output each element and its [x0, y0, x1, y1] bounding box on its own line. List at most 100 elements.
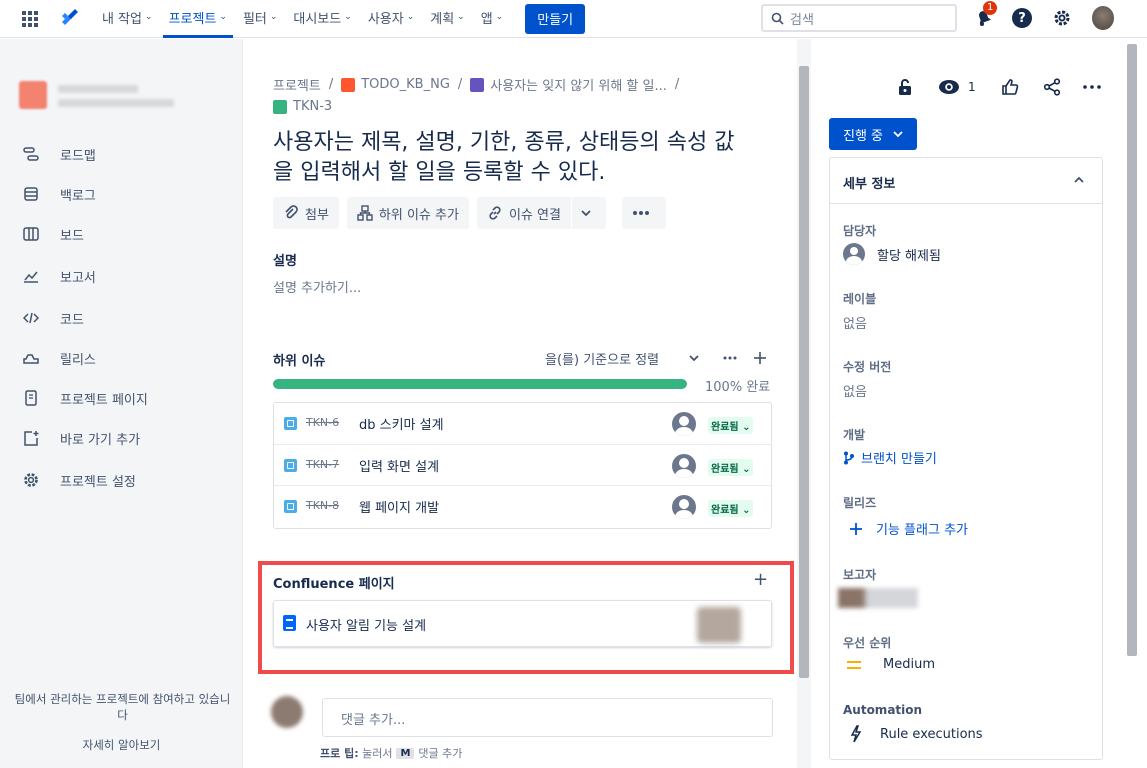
assignee-field[interactable]: 할당 해제됨	[843, 243, 941, 265]
add-feature-flag-link[interactable]: 기능 플래그 추가	[843, 519, 968, 538]
roadmap-icon	[22, 145, 40, 163]
confluence-page-icon	[283, 615, 296, 631]
more-actions-button[interactable]	[1083, 77, 1101, 97]
fix-version-field[interactable]: 없음	[843, 381, 867, 400]
restrictions-button[interactable]	[897, 77, 913, 97]
nav-filters[interactable]: 필터 ⌄	[237, 0, 283, 38]
description-field[interactable]: 설명 추가하기...	[273, 277, 361, 296]
pro-tip: 프로 팁: 눌러서 M 댓글 추가	[320, 745, 462, 761]
project-name-redacted	[58, 85, 138, 93]
add-confluence-page-button[interactable]: +	[753, 569, 768, 590]
details-scrollbar-thumb[interactable]	[1127, 44, 1137, 656]
learn-more-link[interactable]: 자세히 알아보기	[0, 737, 243, 753]
create-button[interactable]: 만들기	[525, 3, 586, 34]
table-row[interactable]: TKN-7 입력 화면 설계 완료됨 ⌄	[274, 444, 771, 485]
child-issue-key[interactable]: TKN-6	[306, 416, 339, 429]
author-avatar-redacted	[697, 607, 741, 643]
comment-input[interactable]: 댓글 추가...	[322, 698, 773, 737]
add-icon[interactable]	[753, 351, 767, 365]
assignee-avatar[interactable]	[672, 454, 696, 478]
reporter-field[interactable]	[838, 588, 918, 608]
sidebar-item-roadmap[interactable]: 로드맵	[22, 142, 96, 166]
sidebar-item-backlog[interactable]: 백로그	[22, 182, 96, 206]
top-navigation: 내 작업 ⌄ 프로젝트 ⌄ 필터 ⌄ 대시보드 ⌄ 사용자 ⌄ 계획 ⌄ 앱 ⌄ 만들기 검색…	[0, 0, 1147, 38]
labels-field[interactable]: 없음	[843, 313, 867, 332]
issue-title[interactable]: 사용자는 제목, 설명, 기한, 종류, 상태등의 속성 값을 입력해서 할 일…	[273, 128, 753, 188]
child-issue-summary[interactable]: 웹 페이지 개발	[359, 497, 439, 516]
reporter-label: 보고자	[843, 568, 877, 582]
profile-button[interactable]	[1092, 6, 1114, 30]
app-switcher-icon[interactable]	[22, 10, 38, 27]
priority-label: 우선 순위	[843, 636, 892, 650]
add-child-issue-button[interactable]: 하위 이슈 추가	[346, 197, 469, 229]
breadcrumb-epic[interactable]: 사용자는 잊지 않기 위해 할 일...	[490, 75, 667, 94]
child-issue-key[interactable]: TKN-8	[306, 499, 339, 512]
assignee-avatar[interactable]	[672, 495, 696, 519]
chevron-down-icon[interactable]	[689, 353, 699, 363]
confluence-page-title[interactable]: 사용자 알림 기능 설계	[306, 615, 426, 634]
nav-plans[interactable]: 계획 ⌄	[424, 0, 470, 38]
settings-button[interactable]	[1051, 7, 1073, 29]
like-button[interactable]	[1001, 77, 1019, 97]
nav-projects[interactable]: 프로젝트 ⌄	[162, 0, 233, 38]
breadcrumb-projects[interactable]: 프로젝트	[273, 75, 321, 94]
jira-logo-icon[interactable]	[58, 8, 80, 30]
create-branch-link[interactable]: 브랜치 만들기	[843, 448, 937, 467]
sort-dropdown[interactable]: 을(를) 기준으로 정렬	[545, 349, 659, 368]
link-issue-button[interactable]: 이슈 연결	[476, 197, 571, 229]
watch-button[interactable]: 1	[938, 77, 976, 97]
nav-label: 필터	[242, 11, 267, 27]
assignee-avatar[interactable]	[672, 412, 696, 436]
search-input[interactable]: 검색	[761, 4, 957, 32]
link-issue-dropdown[interactable]	[571, 197, 606, 229]
more-actions-button[interactable]	[621, 197, 666, 229]
notifications-button[interactable]: 1	[973, 1, 998, 29]
status-badge[interactable]: 완료됨 ⌄	[708, 417, 754, 434]
status-label: 완료됨	[711, 464, 739, 475]
sidebar-item-label: 백로그	[60, 188, 96, 204]
nav-apps[interactable]: 앱 ⌄	[475, 0, 510, 38]
subtask-icon	[284, 417, 297, 430]
chevron-down-icon: ⌄	[344, 12, 352, 22]
details-header[interactable]: 세부 정보	[830, 158, 1102, 204]
status-badge[interactable]: 완료됨 ⌄	[708, 500, 754, 517]
progress-label: 100% 완료	[705, 380, 771, 395]
breadcrumb-project[interactable]: TODO_KB_NG	[361, 77, 450, 92]
help-button[interactable]: ?	[1011, 7, 1033, 29]
sidebar-item-label: 보드	[60, 228, 84, 244]
main-scrollbar-thumb[interactable]	[799, 66, 809, 678]
button-label: 하위 이슈 추가	[378, 207, 459, 223]
sidebar-item-settings[interactable]: 프로젝트 설정	[22, 468, 136, 492]
nav-my-work[interactable]: 내 작업 ⌄	[96, 0, 159, 38]
confluence-page-card[interactable]: 사용자 알림 기능 설계	[273, 600, 772, 647]
child-issue-summary[interactable]: db 스키마 설계	[359, 414, 444, 433]
thumbs-up-icon	[1002, 79, 1019, 95]
child-issue-key[interactable]: TKN-7	[306, 458, 339, 471]
priority-field[interactable]: Medium	[843, 657, 935, 672]
description-label: 설명	[273, 254, 297, 269]
chevron-down-icon: ⌄	[457, 12, 465, 22]
sidebar-item-releases[interactable]: 릴리스	[22, 346, 96, 370]
table-row[interactable]: TKN-6 db 스키마 설계 완료됨 ⌄	[274, 403, 771, 444]
share-button[interactable]	[1043, 77, 1061, 97]
more-icon[interactable]	[723, 356, 737, 360]
child-issue-summary[interactable]: 입력 화면 설계	[359, 456, 439, 475]
issue-main: 프로젝트 / TODO_KB_NG / 사용자는 잊지 않기 위해 할 일...…	[244, 39, 797, 768]
sidebar-item-add-shortcut[interactable]: 바로 가기 추가	[22, 426, 140, 450]
rule-executions-link[interactable]: Rule executions	[843, 725, 983, 743]
nav-people[interactable]: 사용자 ⌄	[362, 0, 420, 38]
status-dropdown[interactable]: 진행 중	[829, 118, 918, 150]
nav-label: 계획	[430, 11, 455, 27]
sidebar-item-project-pages[interactable]: 프로젝트 페이지	[22, 386, 148, 410]
table-row[interactable]: TKN-8 웹 페이지 개발 완료됨 ⌄	[274, 485, 771, 526]
sidebar-item-board[interactable]: 보드	[22, 222, 84, 246]
project-icon	[341, 77, 356, 92]
status-badge[interactable]: 완료됨 ⌄	[708, 459, 754, 476]
search-placeholder: 검색	[790, 12, 814, 28]
breadcrumb-issue[interactable]: TKN-3	[273, 99, 332, 114]
attach-button[interactable]: 첨부	[273, 197, 339, 229]
nav-dashboards[interactable]: 대시보드 ⌄	[287, 0, 357, 38]
sidebar-item-code[interactable]: 코드	[22, 306, 84, 330]
sidebar-item-reports[interactable]: 보고서	[22, 264, 96, 288]
chevron-down-icon	[893, 131, 903, 138]
